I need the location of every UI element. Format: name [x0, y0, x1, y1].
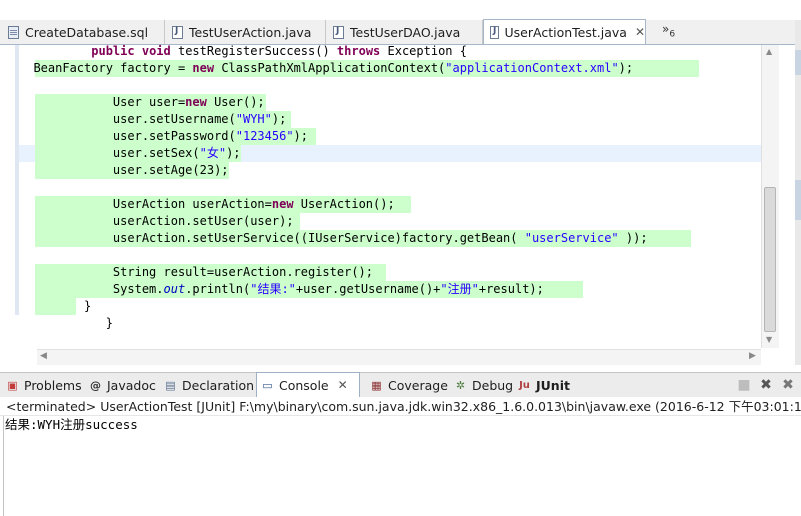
declaration-icon: ▤	[165, 378, 176, 392]
code-line: BeanFactory factory = new ClassPathXmlAp…	[33, 61, 634, 75]
editor-tab-bar: CreateDatabase.sql TestUserAction.java T…	[0, 19, 801, 45]
scroll-up-icon[interactable]: ▲	[766, 47, 772, 56]
tab-problems[interactable]: ▣ Problems	[2, 373, 86, 397]
scroll-left-icon[interactable]: ◀	[40, 351, 47, 361]
tab-debug[interactable]: ✲ Debug	[450, 373, 517, 397]
terminate-icon[interactable]: ■	[736, 377, 752, 393]
code-line: UserAction userAction=new UserAction();	[112, 197, 395, 211]
tab-testuserdao-java[interactable]: TestUserDAO.java	[327, 20, 483, 44]
tab-label: Debug	[472, 377, 514, 393]
code-line: user.setPassword("123456");	[112, 129, 308, 143]
overflow-count: 6	[669, 29, 676, 40]
junit-icon: Ju	[519, 379, 530, 391]
tab-coverage[interactable]: ▦ Coverage	[366, 373, 452, 397]
overview-ruler	[795, 20, 801, 365]
close-tab-icon[interactable]: ✕	[635, 25, 645, 39]
close-tab-icon[interactable]: ✕	[338, 378, 348, 392]
console-output: 结果:WYH注册success	[5, 417, 138, 432]
overview-marker	[795, 50, 801, 75]
tab-label: Console	[279, 377, 329, 393]
tab-javadoc[interactable]: @ Javadoc	[85, 373, 160, 397]
java-file-icon	[490, 25, 499, 39]
code-line: user.setAge(23);	[112, 163, 229, 177]
tab-junit[interactable]: Ju JUnit	[514, 373, 574, 397]
tab-label: JUnit	[536, 377, 570, 393]
scrollbar-thumb[interactable]	[764, 187, 776, 332]
tab-label: Declaration	[182, 377, 255, 393]
tab-overflow-button[interactable]: »6	[662, 22, 675, 39]
tab-label: UserActionTest.java	[504, 24, 627, 40]
scroll-down-icon[interactable]: ▼	[766, 335, 772, 344]
remove-all-launches-icon[interactable]: ✖	[780, 377, 796, 393]
tab-label: Coverage	[388, 377, 448, 393]
tab-label: Javadoc	[107, 377, 156, 393]
code-line: }	[84, 299, 92, 313]
code-line: System.out.println("结果:"+user.getUsernam…	[112, 282, 544, 296]
remove-launch-icon[interactable]: ✖	[758, 377, 774, 393]
sql-file-icon	[8, 25, 19, 39]
console-status-line: <terminated> UserActionTest [JUnit] F:\m…	[0, 397, 801, 416]
tab-console[interactable]: ▭ Console ✕	[256, 372, 360, 397]
javadoc-icon: @	[90, 378, 101, 392]
code-line: String result=userAction.register();	[112, 265, 374, 279]
tab-createdatabase-sql[interactable]: CreateDatabase.sql	[2, 20, 165, 44]
tab-label: TestUserAction.java	[189, 24, 312, 40]
debug-icon: ✲	[455, 378, 466, 392]
console-icon: ▭	[262, 378, 273, 392]
code-line: }	[105, 316, 113, 330]
tab-label: CreateDatabase.sql	[25, 24, 149, 40]
java-file-icon	[333, 25, 344, 39]
tab-label: TestUserDAO.java	[350, 24, 461, 40]
code-line: public void testRegisterSuccess() throws…	[91, 44, 467, 58]
java-file-icon	[172, 25, 183, 39]
editor-vertical-scrollbar[interactable]: ▲ ▼	[761, 45, 779, 348]
coverage-icon: ▦	[371, 378, 382, 392]
code-editor[interactable]: public void testRegisterSuccess() throws…	[0, 44, 801, 365]
code-line: User user=new User();	[112, 95, 265, 109]
code-line: userAction.setUser(user);	[112, 214, 294, 228]
view-tab-bar: ▣ Problems @ Javadoc ▤ Declaration ▭ Con…	[0, 372, 801, 398]
code-line: user.setSex("女");	[112, 146, 241, 160]
tab-label: Problems	[24, 377, 82, 393]
code-line: userAction.setUserService((IUserService)…	[112, 231, 648, 245]
tab-declaration[interactable]: ▤ Declaration	[160, 373, 258, 397]
overview-marker	[795, 180, 801, 220]
scroll-right-icon[interactable]: ▶	[749, 351, 756, 361]
problems-icon: ▣	[7, 378, 18, 392]
tab-testuseraction-java[interactable]: TestUserAction.java	[166, 20, 326, 44]
editor-horizontal-scrollbar[interactable]: ◀ ▶	[37, 349, 761, 365]
tab-useractiontest-java[interactable]: UserActionTest.java ✕	[483, 19, 646, 44]
code-line: user.setUsername("WYH");	[112, 112, 287, 126]
